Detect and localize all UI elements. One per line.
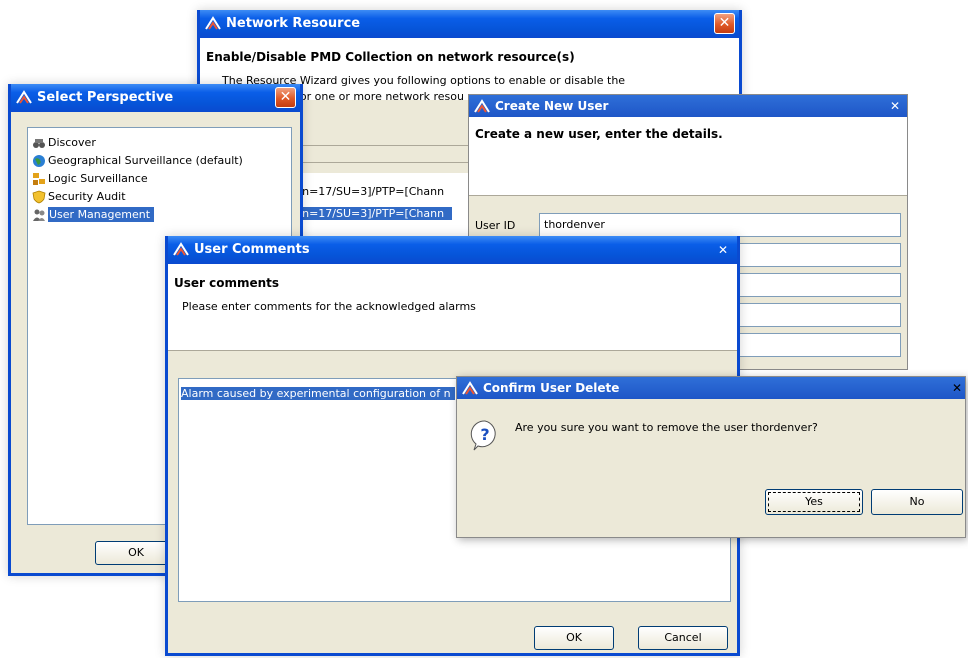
select-perspective-titlebar[interactable]: Select Perspective ✕: [11, 84, 300, 112]
confirm-delete-message: Are you sure you want to remove the user…: [515, 421, 818, 434]
svg-text:?: ?: [480, 425, 489, 444]
app-logo-icon: [205, 16, 221, 30]
create-user-title: Create New User: [495, 99, 609, 113]
resource-list-item-selected[interactable]: tion=17/SU=3]/PTP=[Chann: [288, 207, 453, 220]
network-resource-line2: for one or more network resou: [296, 90, 464, 103]
user-field-3[interactable]: [731, 273, 901, 297]
yes-button[interactable]: Yes: [765, 489, 863, 515]
user-field-5[interactable]: [731, 333, 901, 357]
perspective-item-logic[interactable]: Logic Surveillance: [32, 170, 148, 188]
ok-button[interactable]: OK: [534, 626, 614, 650]
cancel-button[interactable]: Cancel: [638, 626, 728, 650]
resource-list[interactable]: tion=17/SU=3]/PTP=[Chann tion=17/SU=3]/P…: [286, 173, 486, 243]
user-comments-separator: [168, 350, 737, 351]
perspective-item-user-management-label: User Management: [48, 207, 155, 222]
create-user-separator: [469, 195, 907, 196]
perspective-item-discover[interactable]: Discover: [32, 134, 96, 152]
perspective-item-security[interactable]: Security Audit: [32, 188, 126, 206]
app-logo-icon: [474, 99, 490, 113]
user-id-field[interactable]: thordenver: [539, 213, 901, 237]
user-field-2[interactable]: [731, 243, 901, 267]
user-comments-header: User comments Please enter comments for …: [168, 264, 737, 350]
no-button[interactable]: No: [871, 489, 963, 515]
comment-text: Alarm caused by experimental configurati…: [181, 387, 455, 400]
user-comments-subtext: Please enter comments for the acknowledg…: [182, 300, 476, 313]
resource-list-item[interactable]: tion=17/SU=3]/PTP=[Chann: [288, 185, 444, 198]
select-perspective-title: Select Perspective: [37, 90, 174, 105]
confirm-delete-title: Confirm User Delete: [483, 381, 620, 395]
question-icon: ?: [470, 420, 496, 451]
user-field-4[interactable]: [731, 303, 901, 327]
users-icon: [33, 209, 45, 221]
confirm-delete-window: Confirm User Delete ✕ ? Are you sure you…: [456, 376, 966, 538]
close-icon[interactable]: ✕: [714, 13, 735, 34]
app-logo-icon: [173, 242, 189, 256]
app-logo-icon: [462, 381, 478, 395]
user-comments-title: User Comments: [194, 242, 310, 257]
perspective-item-geographical[interactable]: Geographical Surveillance (default): [32, 152, 243, 170]
perspective-item-user-management[interactable]: User Management: [32, 206, 155, 224]
close-icon[interactable]: ✕: [715, 242, 731, 258]
close-icon[interactable]: ✕: [887, 98, 903, 114]
user-id-label: User ID: [475, 219, 516, 232]
close-icon[interactable]: ✕: [949, 380, 965, 396]
create-user-heading: Create a new user, enter the details.: [475, 127, 723, 141]
create-user-header: Create a new user, enter the details.: [469, 117, 907, 195]
create-user-titlebar[interactable]: Create New User: [469, 95, 907, 117]
binoculars-icon: [33, 139, 45, 148]
user-comments-heading: User comments: [174, 276, 280, 290]
close-icon[interactable]: ✕: [275, 87, 296, 108]
user-comments-titlebar[interactable]: User Comments ✕: [168, 236, 737, 264]
globe-icon: [33, 155, 45, 167]
network-icon: [33, 173, 45, 185]
network-resource-title: Network Resource: [226, 16, 361, 31]
shield-icon: [32, 190, 46, 204]
network-resource-heading: Enable/Disable PMD Collection on network…: [206, 50, 575, 64]
confirm-delete-titlebar[interactable]: Confirm User Delete: [457, 377, 965, 399]
network-resource-titlebar[interactable]: Network Resource ✕: [200, 10, 739, 38]
app-logo-icon: [16, 90, 32, 104]
